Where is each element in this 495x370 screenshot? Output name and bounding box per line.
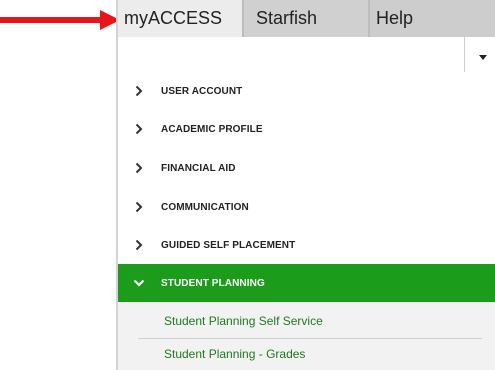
chevron-right-icon [135, 239, 143, 251]
chevron-right-icon [135, 201, 143, 213]
chevron-right-icon [135, 85, 143, 97]
tab-help[interactable]: Help [368, 0, 495, 37]
navigation-panel: myACCESS Starfish Help USER ACCOUNT ACAD… [116, 0, 495, 370]
menu-item-academic-profile[interactable]: ACADEMIC PROFILE [118, 110, 495, 148]
tab-myaccess[interactable]: myACCESS [118, 0, 242, 37]
menu-item-label: COMMUNICATION [161, 201, 249, 213]
caret-down-icon [479, 55, 487, 60]
menu-item-label: USER ACCOUNT [161, 85, 243, 97]
chevron-right-icon [135, 123, 143, 135]
student-planning-submenu: Student Planning Self Service Student Pl… [118, 302, 495, 370]
annotation-arrow-icon [0, 10, 120, 30]
chevron-right-icon [135, 162, 143, 174]
tab-starfish[interactable]: Starfish [242, 0, 368, 37]
menu-item-student-planning[interactable]: STUDENT PLANNING [118, 264, 495, 302]
menu-item-financial-aid[interactable]: FINANCIAL AID [118, 149, 495, 187]
menu-item-guided-self-placement[interactable]: GUIDED SELF PLACEMENT [118, 226, 495, 264]
menu-item-user-account[interactable]: USER ACCOUNT [118, 72, 495, 110]
menu-item-label: FINANCIAL AID [161, 162, 236, 174]
submenu-link-grades[interactable]: Student Planning - Grades [164, 347, 305, 361]
dropdown-toggle[interactable] [464, 37, 495, 72]
submenu-link-self-service[interactable]: Student Planning Self Service [164, 314, 323, 328]
divider [138, 338, 482, 339]
chevron-down-icon [133, 279, 145, 287]
menu-item-label: ACADEMIC PROFILE [161, 123, 263, 135]
menu-item-communication[interactable]: COMMUNICATION [118, 188, 495, 226]
menu-item-label: GUIDED SELF PLACEMENT [161, 239, 296, 251]
menu-item-label: STUDENT PLANNING [161, 277, 265, 289]
top-tab-bar: myACCESS Starfish Help [118, 0, 495, 37]
